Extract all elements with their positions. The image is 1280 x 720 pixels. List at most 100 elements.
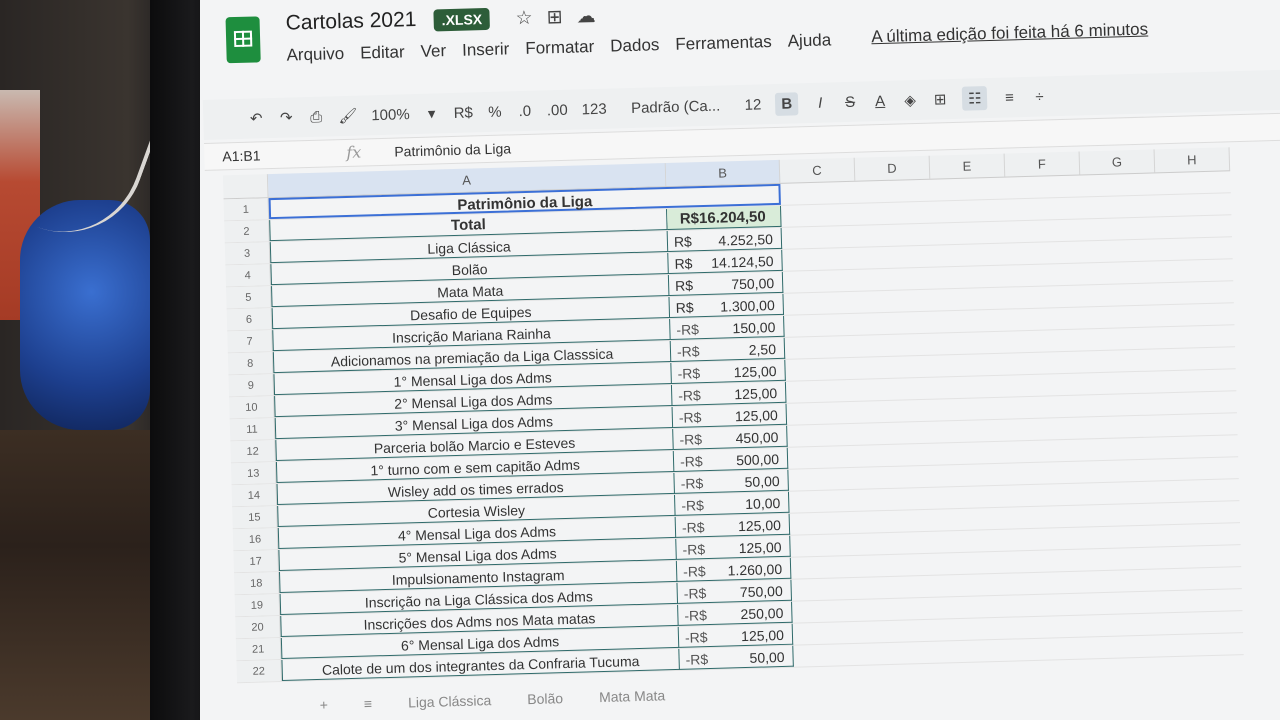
- column-header-b[interactable]: B: [665, 159, 781, 187]
- column-header-f[interactable]: F: [1004, 151, 1081, 177]
- paint-format-icon[interactable]: 🖌: [338, 107, 358, 126]
- row-header[interactable]: 17: [233, 550, 279, 573]
- tab-bolao[interactable]: Bolão: [527, 690, 563, 707]
- row-header[interactable]: 16: [232, 528, 279, 551]
- row-header[interactable]: 20: [235, 616, 281, 639]
- bold-icon[interactable]: B: [774, 91, 799, 116]
- undo-icon[interactable]: ↶: [248, 109, 264, 127]
- menu-ver[interactable]: Ver: [420, 41, 446, 62]
- value-cell[interactable]: -R$ 125,00: [671, 381, 787, 406]
- menu-inserir[interactable]: Inserir: [462, 39, 510, 60]
- decrease-decimal-button[interactable]: .0: [517, 102, 533, 119]
- row-header[interactable]: 6: [226, 308, 273, 331]
- row-header[interactable]: 9: [228, 374, 275, 397]
- currency-prefix: -R$: [676, 343, 700, 360]
- value-cell[interactable]: -R$ 125,00: [676, 535, 791, 560]
- row-header[interactable]: 15: [232, 506, 278, 529]
- italic-icon[interactable]: I: [812, 94, 828, 111]
- row-header[interactable]: 4: [225, 264, 271, 287]
- row-header[interactable]: 19: [234, 594, 281, 617]
- row-header[interactable]: 7: [227, 330, 273, 353]
- merge-cells-icon[interactable]: ☷: [961, 86, 988, 111]
- select-all-corner[interactable]: [222, 174, 269, 199]
- total-value-cell[interactable]: R$16.204,50: [667, 205, 782, 231]
- column-header-d[interactable]: D: [854, 155, 931, 181]
- value-cell[interactable]: -R$ 150,00: [670, 315, 785, 340]
- value-cell[interactable]: -R$ 10,00: [675, 491, 790, 516]
- row-header[interactable]: 14: [231, 484, 278, 507]
- print-icon[interactable]: ⎙: [308, 108, 324, 125]
- redo-icon[interactable]: ↷: [278, 108, 294, 126]
- name-box[interactable]: A1:B1: [222, 147, 261, 164]
- menu-ferramentas[interactable]: Ferramentas: [675, 32, 772, 55]
- value-cell[interactable]: R$ 1.300,00: [669, 293, 785, 318]
- background-object-blue: [20, 200, 150, 430]
- row-header[interactable]: 1: [223, 198, 270, 221]
- vertical-align-icon[interactable]: ÷: [1031, 88, 1047, 105]
- value-cell[interactable]: -R$ 500,00: [673, 447, 789, 472]
- row-header[interactable]: 10: [229, 396, 275, 419]
- font-select[interactable]: Padrão (Ca...: [620, 97, 730, 117]
- menu-dados[interactable]: Dados: [610, 35, 660, 56]
- move-folder-icon[interactable]: ⊞: [546, 6, 563, 29]
- all-sheets-icon[interactable]: ≡: [364, 695, 373, 711]
- value-cell[interactable]: -R$ 250,00: [678, 601, 793, 626]
- currency-prefix: -R$: [685, 651, 709, 668]
- column-header-c[interactable]: C: [779, 157, 856, 183]
- row-header[interactable]: 21: [235, 637, 282, 661]
- column-header-e[interactable]: E: [929, 153, 1006, 179]
- amount: 1.300,00: [720, 297, 775, 315]
- row-header[interactable]: 18: [234, 572, 280, 595]
- menu-ajuda[interactable]: Ajuda: [787, 30, 831, 51]
- row-header[interactable]: 22: [236, 659, 283, 683]
- text-color-icon[interactable]: A: [872, 92, 888, 109]
- column-header-h[interactable]: H: [1154, 147, 1231, 173]
- row-header[interactable]: 11: [229, 418, 276, 441]
- last-edit-link[interactable]: A última edição foi feita há 6 minutos: [871, 20, 1148, 48]
- value-cell[interactable]: -R$ 750,00: [677, 579, 793, 604]
- row-header[interactable]: 13: [230, 462, 277, 485]
- value-cell[interactable]: -R$ 125,00: [678, 623, 794, 648]
- value-cell[interactable]: -R$ 450,00: [673, 425, 788, 450]
- align-icon[interactable]: ≡: [1001, 89, 1017, 106]
- background-desk: [0, 430, 170, 720]
- menu-formatar[interactable]: Formatar: [525, 37, 595, 59]
- chevron-down-icon[interactable]: ▾: [423, 104, 439, 122]
- menu-editar[interactable]: Editar: [360, 42, 405, 63]
- value-cell[interactable]: -R$ 1.260,00: [676, 557, 792, 582]
- value-cell[interactable]: R$ 4.252,50: [667, 227, 783, 253]
- document-title[interactable]: Cartolas 2021: [285, 8, 416, 36]
- zoom-select[interactable]: 100%: [371, 106, 410, 124]
- borders-icon[interactable]: ⊞: [932, 90, 948, 108]
- strikethrough-icon[interactable]: S: [842, 93, 858, 110]
- tab-mata-mata[interactable]: Mata Mata: [599, 687, 666, 705]
- fill-color-icon[interactable]: ◈: [902, 91, 918, 109]
- add-sheet-icon[interactable]: +: [320, 697, 329, 713]
- row-header[interactable]: 3: [224, 242, 271, 265]
- row-header[interactable]: 2: [224, 220, 270, 243]
- value-cell[interactable]: -R$ 50,00: [674, 469, 789, 494]
- amount: 150,00: [732, 319, 776, 337]
- value-cell[interactable]: R$ 14.124,50: [668, 249, 783, 275]
- tab-liga-classica[interactable]: Liga Clássica: [408, 692, 492, 710]
- column-header-g[interactable]: G: [1079, 149, 1156, 175]
- currency-format-button[interactable]: R$: [453, 104, 473, 122]
- font-size-select[interactable]: 12: [744, 96, 761, 113]
- value-cell[interactable]: -R$ 125,00: [675, 513, 791, 538]
- row-header[interactable]: 5: [226, 286, 272, 309]
- value-cell[interactable]: -R$ 2,50: [670, 337, 786, 362]
- more-formats-button[interactable]: 123: [581, 100, 606, 118]
- cloud-status-icon[interactable]: ☁: [576, 5, 596, 29]
- menu-arquivo[interactable]: Arquivo: [286, 44, 344, 66]
- star-icon[interactable]: ☆: [515, 7, 533, 30]
- increase-decimal-button[interactable]: .00: [547, 101, 568, 119]
- value-cell[interactable]: -R$ 125,00: [671, 359, 786, 384]
- row-header[interactable]: 12: [230, 440, 276, 463]
- row-header[interactable]: 8: [227, 352, 274, 375]
- value-cell[interactable]: R$ 750,00: [668, 271, 784, 297]
- percent-format-button[interactable]: %: [487, 103, 503, 120]
- sheets-logo-icon[interactable]: [225, 16, 261, 64]
- formula-input[interactable]: Patrimônio da Liga: [394, 140, 511, 159]
- value-cell[interactable]: -R$ 125,00: [672, 403, 788, 428]
- value-cell[interactable]: -R$ 50,00: [679, 645, 794, 670]
